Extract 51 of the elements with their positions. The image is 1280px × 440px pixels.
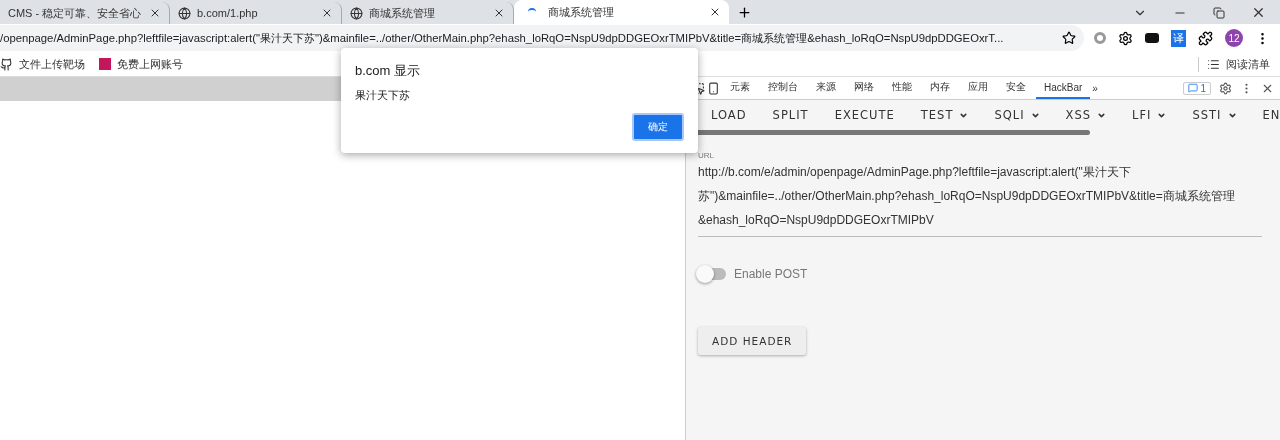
reading-list[interactable]: 阅读清单: [1198, 56, 1270, 72]
toolbar-button[interactable]: EXECUTE: [821, 108, 908, 122]
url-field[interactable]: URL http://b.com/e/admin/openpage/AdminPage.php?leftfile=javascript:alert("果汁天下苏")&mainfile=../other/OtherMain.php?ehash_loRqO=NspU9dpDDGEOxrTMIPbV&title=商城系统管理&ehash_loRqO=NspU9dpDDGEOxrTMIPbV: [698, 151, 1262, 237]
translate-icon[interactable]: 译: [1171, 29, 1186, 47]
devtools-tab[interactable]: 安全: [998, 77, 1034, 99]
address-bar[interactable]: /openpage/AdminPage.php?leftfile=javascript:alert("果汁天下苏")&mainfile=../other/OtherMain.php?ehash_loRqO=NspU9dpDDGEOxrTMIPbV&title=商城系统管理&ehash_loRqO=NspU9dpDDGEOxrT...: [0, 25, 1084, 51]
ring-icon[interactable]: [1094, 32, 1106, 44]
devtools-tab[interactable]: 内存: [922, 77, 958, 99]
toolbar-button[interactable]: LFI: [1119, 108, 1180, 122]
devtools-tab[interactable]: 应用: [960, 77, 996, 99]
close-icon[interactable]: [321, 7, 333, 19]
gear-icon[interactable]: [1118, 30, 1133, 46]
close-icon[interactable]: [149, 7, 161, 19]
settings-icon[interactable]: [1219, 81, 1232, 95]
close-icon[interactable]: [493, 7, 505, 19]
issues-badge[interactable]: 1: [1183, 81, 1211, 95]
add-header-button[interactable]: ADD HEADER: [698, 327, 807, 355]
devtools-tab[interactable]: 来源: [808, 77, 844, 99]
globe-icon: [350, 6, 363, 20]
toolbar-button[interactable]: EN: [1249, 108, 1280, 122]
toolbar-button[interactable]: SSTI: [1179, 108, 1250, 122]
devtools-tab[interactable]: 元素: [722, 77, 758, 99]
github-icon: [0, 57, 13, 71]
new-tab-icon[interactable]: [737, 5, 752, 20]
more-tabs[interactable]: »: [1092, 82, 1098, 94]
toggle-switch[interactable]: [698, 268, 726, 280]
devtools-tab[interactable]: 性能: [884, 77, 920, 99]
browser-tab[interactable]: 商城系统管理: [514, 0, 729, 24]
site-icon: [99, 58, 111, 70]
toolbar-button[interactable]: SQLI: [981, 108, 1053, 122]
dialog-message: 果汁天下苏: [355, 88, 411, 103]
puzzle-icon[interactable]: [1198, 30, 1213, 46]
bookmark[interactable]: 免费上网账号: [99, 56, 183, 72]
toolbar-button[interactable]: TEST: [907, 108, 982, 122]
ok-button[interactable]: 确定: [632, 113, 684, 141]
device-icon[interactable]: [707, 81, 720, 95]
toolbar-button[interactable]: XSS: [1052, 108, 1120, 122]
close-icon[interactable]: [709, 6, 721, 18]
toolbar-button[interactable]: LOAD: [698, 108, 760, 122]
dialog-title: b.com 显示: [355, 62, 421, 80]
close-icon[interactable]: [1251, 5, 1266, 20]
bookmark[interactable]: 文件上传靶场: [0, 56, 85, 72]
toolbar-button[interactable]: SPLIT: [759, 108, 822, 122]
devtools-tab[interactable]: 控制台: [760, 77, 806, 99]
devtools-tab[interactable]: 网络: [846, 77, 882, 99]
profile-avatar[interactable]: 12: [1225, 29, 1243, 47]
globe-icon: [178, 6, 191, 20]
list-icon: [1207, 57, 1220, 71]
star-icon[interactable]: [1062, 31, 1076, 45]
toggle-label: Enable POST: [734, 267, 808, 281]
restore-icon[interactable]: [1213, 6, 1225, 19]
